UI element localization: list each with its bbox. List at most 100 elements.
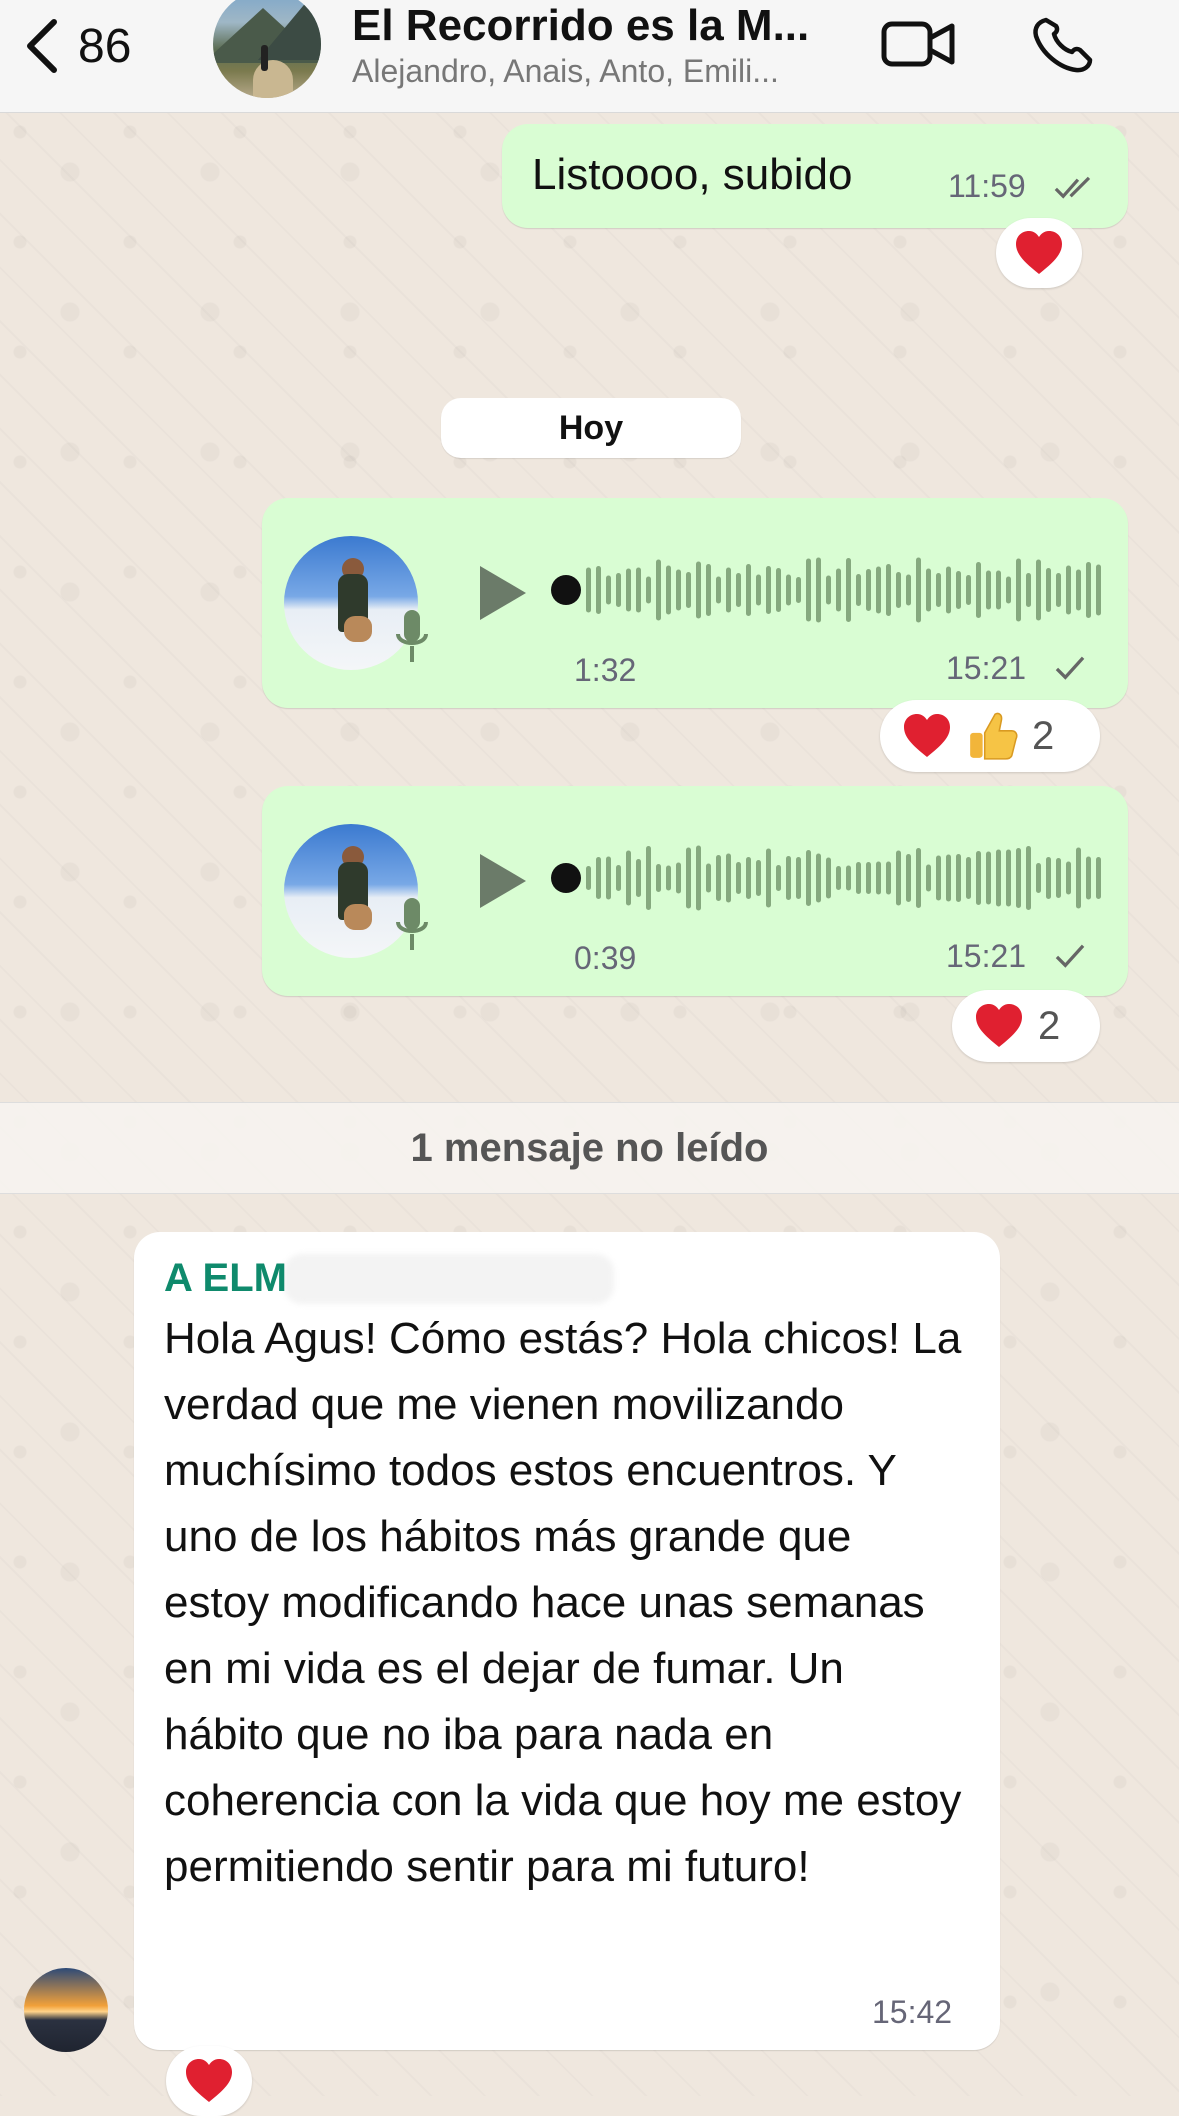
- waveform-bar: [736, 573, 741, 607]
- waveform-bar: [836, 866, 841, 890]
- audio-waveform[interactable]: [548, 838, 1108, 918]
- waveform-bar: [996, 570, 1001, 610]
- playback-position-dot[interactable]: [551, 863, 581, 893]
- waveform-bar: [1006, 849, 1011, 907]
- waveform-bar: [726, 567, 731, 613]
- thumbs-up-icon: [970, 712, 1018, 760]
- unread-chats-count: 86: [78, 19, 132, 73]
- voice-message[interactable]: 1:32 15:21: [262, 498, 1128, 708]
- chat-header: 86 El Recorrido es la M... Alejandro, An…: [0, 0, 1179, 113]
- phone-icon[interactable]: [1028, 14, 1108, 74]
- play-icon[interactable]: [476, 560, 532, 626]
- double-check-icon: [1054, 176, 1091, 199]
- message-reaction[interactable]: [996, 218, 1082, 288]
- group-title: El Recorrido es la M...: [352, 1, 810, 50]
- waveform-bar: [896, 850, 901, 906]
- waveform-bar: [776, 865, 781, 891]
- waveform-bar: [626, 850, 631, 906]
- outgoing-message[interactable]: Listoooo, subido 11:59: [502, 124, 1128, 228]
- waveform-bar: [646, 576, 651, 604]
- audio-waveform[interactable]: [548, 550, 1108, 630]
- group-info[interactable]: El Recorrido es la M... Alejandro, Anais…: [352, 0, 852, 90]
- redacted-sender-name: [284, 1254, 614, 1304]
- message-reaction[interactable]: 2: [952, 990, 1100, 1062]
- sender-avatar[interactable]: [24, 1968, 108, 2052]
- waveform-bar: [946, 854, 951, 902]
- waveform-bar: [1086, 562, 1091, 618]
- play-icon[interactable]: [476, 848, 532, 914]
- waveform-bar: [816, 557, 821, 623]
- incoming-message[interactable]: A ELM Hola Agus! Cómo estás? Hola chicos…: [134, 1232, 1000, 2050]
- waveform-bar: [1096, 857, 1101, 899]
- waveform-bar: [886, 564, 891, 616]
- waveform-bar: [686, 847, 691, 909]
- waveform-bar: [626, 568, 631, 612]
- waveform-bar: [636, 567, 641, 613]
- waveform-bar: [876, 566, 881, 614]
- waveform-bar: [706, 863, 711, 893]
- waveform-bar: [766, 848, 771, 908]
- waveform-bar: [1006, 576, 1011, 604]
- waveform-bar: [976, 562, 981, 618]
- waveform-bar: [936, 573, 941, 607]
- waveform-bar: [856, 862, 861, 894]
- back-button[interactable]: 86: [22, 14, 162, 78]
- waveform-bar: [826, 575, 831, 605]
- waveform-bar: [586, 567, 591, 613]
- waveform-bar: [836, 568, 841, 612]
- waveform-bar: [586, 866, 591, 890]
- waveform-bar: [966, 575, 971, 605]
- waveform-bar: [956, 571, 961, 609]
- heart-icon: [1016, 231, 1062, 274]
- waveform-bar: [946, 566, 951, 614]
- waveform-bar: [886, 861, 891, 895]
- waveform-bar: [1046, 857, 1051, 899]
- waveform-bar: [1066, 565, 1071, 615]
- waveform-bar: [1096, 564, 1101, 616]
- waveform-bar: [1016, 558, 1021, 622]
- message-time: 15:21: [946, 650, 1027, 686]
- waveform-bar: [796, 857, 801, 899]
- voice-duration: 0:39: [574, 940, 637, 976]
- waveform-bar: [966, 857, 971, 899]
- message-reaction[interactable]: 2: [880, 700, 1100, 772]
- waveform-bar: [976, 851, 981, 905]
- voice-message[interactable]: 0:39 15:21: [262, 786, 1128, 996]
- message-time: 11:59: [948, 168, 1026, 204]
- waveform-bar: [1056, 858, 1061, 898]
- waveform-bar: [716, 855, 721, 901]
- heart-icon: [904, 714, 950, 757]
- waveform-bar: [1026, 846, 1031, 910]
- group-avatar[interactable]: [213, 0, 321, 98]
- message-reaction[interactable]: [166, 2046, 252, 2116]
- waveform-bar: [606, 856, 611, 900]
- waveform-bar: [666, 865, 671, 891]
- waveform-bar: [866, 569, 871, 611]
- waveform-bar: [796, 577, 801, 603]
- waveform-bar: [1076, 569, 1081, 611]
- reaction-count: 2: [1038, 1003, 1061, 1048]
- waveform-bar: [716, 576, 721, 604]
- message-time: 15:21: [946, 938, 1027, 974]
- waveform-bar: [696, 561, 701, 619]
- waveform-bar: [846, 865, 851, 891]
- waveform-bar: [916, 557, 921, 623]
- video-call-icon[interactable]: [878, 14, 958, 74]
- waveform-bar: [666, 565, 671, 615]
- waveform-bar: [766, 566, 771, 614]
- waveform-bar: [616, 865, 621, 891]
- waveform-bar: [746, 564, 751, 616]
- waveform-bar: [996, 849, 1001, 907]
- waveform-bar: [786, 856, 791, 900]
- waveform-bar: [826, 857, 831, 899]
- waveform-bar: [1076, 847, 1081, 909]
- waveform-bar: [926, 568, 931, 612]
- sender-name: A ELM: [164, 1256, 287, 1300]
- waveform-bar: [756, 860, 761, 896]
- waveform-bar: [926, 864, 931, 892]
- check-icon: [1055, 656, 1085, 680]
- playback-position-dot[interactable]: [551, 575, 581, 605]
- waveform-bar: [956, 854, 961, 902]
- check-icon: [1055, 944, 1085, 968]
- date-separator: Hoy: [441, 398, 741, 458]
